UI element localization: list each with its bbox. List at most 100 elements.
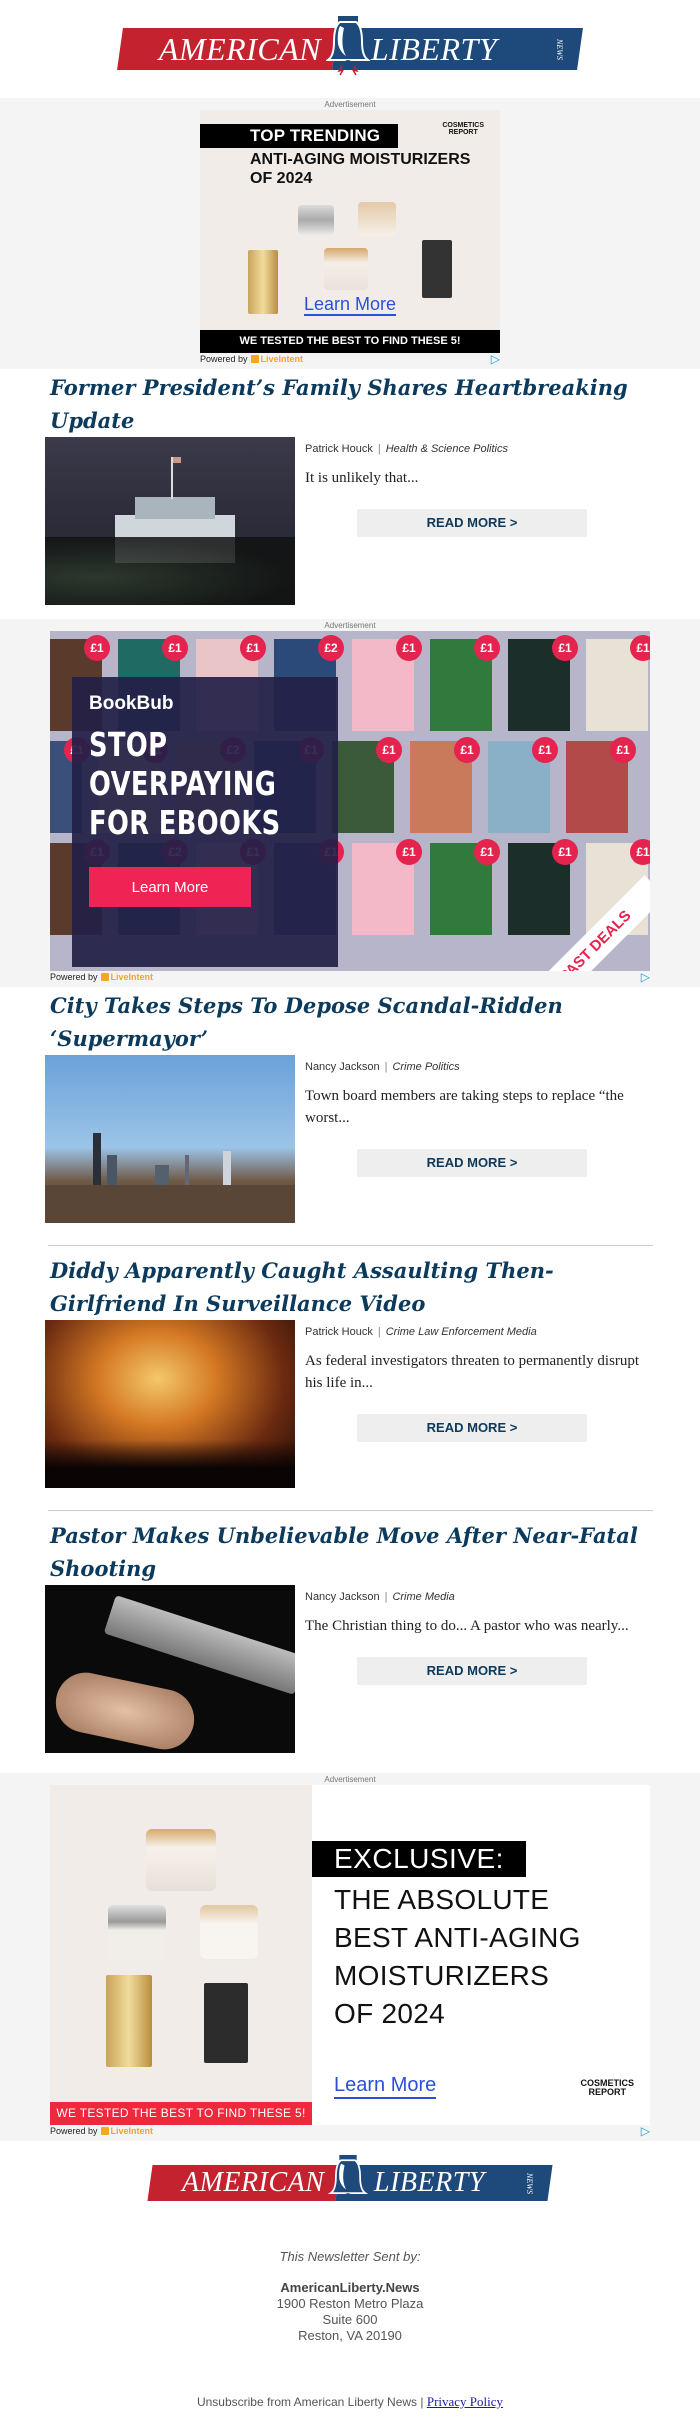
cosmetics-ad[interactable]: TOP TRENDING COSMETICS REPORT ANTI-AGING … <box>200 110 500 366</box>
privacy-policy-link[interactable]: Privacy Policy <box>427 2394 503 2409</box>
byline: Nancy Jackson | Crime Media <box>305 1591 455 1603</box>
powered-by: Powered by LiveIntent ▷ <box>200 352 500 366</box>
bookbub-ad[interactable]: £1£1£1£1£1£1£2£1£1£1£1£1£1£2£1£1£1£1£1£1… <box>50 631 650 984</box>
cosmetics-ad[interactable]: WE TESTED THE BEST TO FIND THESE 5! EXCL… <box>50 1785 650 2138</box>
sent-by-label: This Newsletter Sent by: <box>279 2249 421 2264</box>
product-images: WE TESTED THE BEST TO FIND THESE 5! <box>50 1785 312 2125</box>
price-badge: £2 <box>318 635 344 661</box>
liberty-bell-icon <box>326 16 370 76</box>
ad-tag: EXCLUSIVE: <box>312 1841 526 1877</box>
footer-logo[interactable]: AMERICAN LIBERTY NEWS <box>147 2155 553 2201</box>
learn-more-button[interactable]: Learn More <box>89 867 251 907</box>
article-image[interactable] <box>45 437 295 605</box>
liveintent-link[interactable]: LiveIntent <box>261 354 304 364</box>
ad-slot-3: Advertisement WE TESTED THE BEST TO FIND… <box>0 1773 700 2141</box>
price-badge: £1 <box>552 839 578 865</box>
price-badge: £1 <box>376 737 402 763</box>
price-badge: £1 <box>396 839 422 865</box>
divider <box>47 1245 653 1246</box>
liveintent-icon <box>250 355 259 363</box>
adchoices-icon[interactable]: ▷ <box>491 352 500 366</box>
logo-text-left: AMERICAN <box>158 30 321 67</box>
adchoices-icon[interactable]: ▷ <box>641 970 650 984</box>
price-badge: £1 <box>630 635 650 661</box>
logo-text-right: LIBERTY <box>371 30 498 67</box>
article-card: City Takes Steps To Depose Scandal-Ridde… <box>45 987 655 1237</box>
author: Nancy Jackson <box>305 1591 380 1603</box>
excerpt: Town board members are taking steps to r… <box>305 1088 624 1126</box>
author: Patrick Houck <box>305 443 373 455</box>
read-more-button[interactable]: READ MORE > <box>357 1657 587 1685</box>
learn-more-link[interactable]: Learn More <box>334 2073 437 2099</box>
logo-text-left: AMERICAN <box>181 2167 324 2198</box>
price-badge: £1 <box>162 635 188 661</box>
price-badge: £1 <box>630 839 650 865</box>
article-title[interactable]: Former President’s Family Shares Heartbr… <box>45 369 655 437</box>
author: Nancy Jackson <box>305 1061 380 1073</box>
excerpt: It is unlikely that... <box>305 470 419 486</box>
ad-label: Advertisement <box>324 100 376 109</box>
powered-by: Powered by LiveIntent ▷ <box>50 970 650 984</box>
byline: Patrick Houck | Health & Science Politics <box>305 443 508 455</box>
product-cream-image <box>200 1905 258 1959</box>
ad-bottom-bar: WE TESTED THE BEST TO FIND THESE 5! <box>200 330 500 353</box>
logo-suffix: NEWS <box>525 2172 535 2194</box>
price-badge: £1 <box>240 635 266 661</box>
categories: Crime Media <box>392 1591 455 1603</box>
product-jar-image <box>298 205 334 235</box>
article-card: Former President’s Family Shares Heartbr… <box>45 369 655 619</box>
read-more-button[interactable]: READ MORE > <box>357 1414 587 1442</box>
powered-by: Powered by LiveIntent ▷ <box>50 2124 650 2138</box>
bookbub-logo: BookBub <box>89 693 174 714</box>
adchoices-icon[interactable]: ▷ <box>641 2124 650 2138</box>
article-image[interactable] <box>45 1585 295 1753</box>
ad-slot-1: Advertisement TOP TRENDING COSMETICS REPO… <box>0 98 700 369</box>
read-more-button[interactable]: READ MORE > <box>357 509 587 537</box>
footer: AMERICAN LIBERTY NEWS This Newsletter Sen… <box>0 2141 700 2420</box>
categories: Crime Law Enforcement Media <box>385 1326 537 1338</box>
price-badge: £1 <box>532 737 558 763</box>
site-logo[interactable]: AMERICAN LIBERTY NEWS <box>117 16 583 76</box>
logo-suffix: NEWS <box>555 38 565 60</box>
price-badge: £1 <box>552 635 578 661</box>
learn-more-link[interactable]: Learn More <box>303 294 397 316</box>
price-badge: £1 <box>454 737 480 763</box>
excerpt: As federal investigators threaten to per… <box>305 1353 640 1391</box>
logo-text-right: LIBERTY <box>374 2167 485 2198</box>
ad-label: Advertisement <box>324 621 376 630</box>
price-badge: £1 <box>396 635 422 661</box>
liberty-bell-icon <box>328 2155 368 2201</box>
excerpt: The Christian thing to do... A pastor wh… <box>305 1618 629 1634</box>
ad-bottom-bar: WE TESTED THE BEST TO FIND THESE 5! <box>50 2102 312 2125</box>
article-image[interactable] <box>45 1320 295 1488</box>
liveintent-link[interactable]: LiveIntent <box>111 2126 154 2136</box>
article-title[interactable]: Pastor Makes Unbelievable Move After Nea… <box>45 1517 655 1585</box>
author: Patrick Houck <box>305 1326 373 1338</box>
ad-headline: STOP OVERPAYING FOR EBOOKS <box>89 725 281 842</box>
product-jar-gold-image <box>324 248 368 290</box>
ad-brand-logo: COSMETICS REPORT <box>580 2078 634 2097</box>
header: AMERICAN LIBERTY NEWS <box>0 0 700 98</box>
ad-headline: ANTI-AGING MOISTURIZERS OF 2024 <box>250 151 471 187</box>
product-jar-image <box>108 1905 166 1961</box>
unsubscribe-link[interactable]: Unsubscribe from American Liberty News <box>197 2395 417 2409</box>
product-serum-image <box>106 1975 152 2067</box>
mailing-address: AmericanLiberty.News 1900 Reston Metro P… <box>276 2280 424 2343</box>
ad-slot-2: Advertisement £1 £1 £1 £1 £1 £1 £2 £1 £1 £1 £1 £1 £1… <box>0 619 700 987</box>
liveintent-link[interactable]: LiveIntent <box>111 972 154 982</box>
read-more-button[interactable]: READ MORE > <box>357 1149 587 1177</box>
price-badge: £1 <box>474 839 500 865</box>
liveintent-icon <box>100 2127 109 2135</box>
article-title[interactable]: Diddy Apparently Caught Assaulting Then-… <box>45 1252 655 1320</box>
product-bottle-image <box>204 1983 248 2063</box>
byline: Nancy Jackson | Crime Politics <box>305 1061 460 1073</box>
product-jar-gold-image <box>146 1829 216 1891</box>
article-title[interactable]: City Takes Steps To Depose Scandal-Ridde… <box>45 987 655 1055</box>
ad-label: Advertisement <box>324 1775 376 1784</box>
product-bottle-image <box>422 240 452 298</box>
article-image[interactable] <box>45 1055 295 1223</box>
categories: Crime Politics <box>392 1061 460 1073</box>
byline: Patrick Houck | Crime Law Enforcement Medi… <box>305 1326 537 1338</box>
price-badge: £1 <box>84 635 110 661</box>
ad-brand-logo: COSMETICS REPORT <box>442 122 484 136</box>
